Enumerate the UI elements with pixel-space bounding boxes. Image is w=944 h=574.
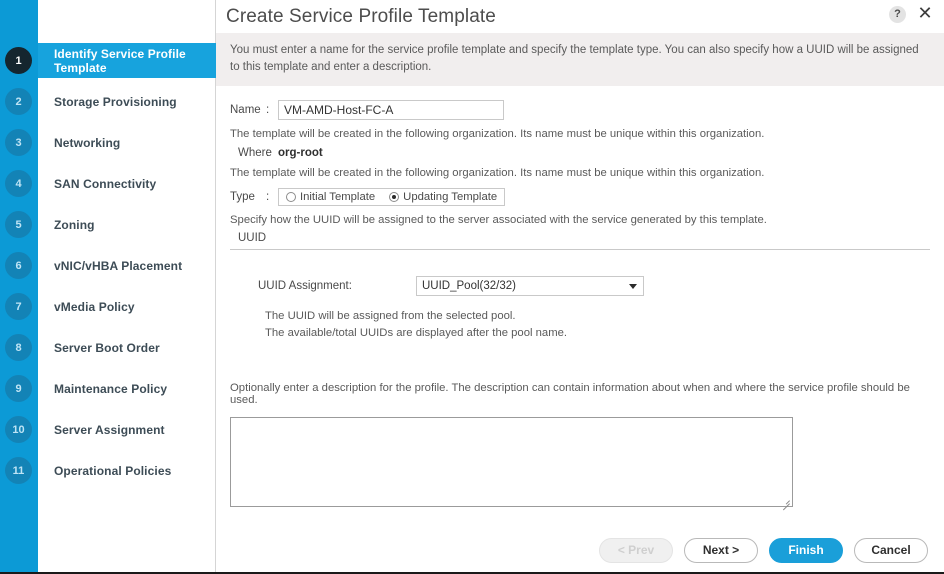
prev-button[interactable]: < Prev: [599, 537, 673, 563]
where-label: Where: [238, 147, 272, 160]
sidebar-item-label: Server Boot Order: [54, 340, 160, 355]
organization-note-2: The template will be created in the foll…: [230, 167, 765, 180]
step-number-badge: 8: [5, 334, 32, 361]
description-note: Optionally enter a description for the p…: [230, 381, 910, 406]
sidebar-item-label: SAN Connectivity: [54, 176, 157, 191]
help-icon[interactable]: ?: [889, 5, 906, 23]
where-row: Where : org-root: [230, 147, 930, 159]
titlebar-actions: ? ✕: [889, 5, 934, 23]
type-radio-group: Initial Template Updating Template: [278, 187, 506, 206]
where-colon: :: [266, 147, 270, 160]
step-number-badge: 5: [5, 211, 32, 238]
name-row: Name :: [230, 100, 930, 121]
sidebar-item-networking[interactable]: 3 Networking: [0, 122, 216, 163]
type-row: Type : Initial Template Updating Templat…: [230, 187, 930, 206]
sidebar-item-operational-policies[interactable]: 11 Operational Policies: [0, 450, 216, 491]
uuid-assignment-block: UUID Assignment: UUID_Pool(32/32) The UU…: [230, 275, 930, 342]
dialog-titlebar: Create Service Profile Template ? ✕: [216, 0, 944, 33]
uuid-note: Specify how the UUID will be assigned to…: [230, 213, 767, 226]
sidebar-item-label: Networking: [54, 135, 121, 150]
sidebar-item-identify-service-profile-template[interactable]: 1 Identify Service Profile Template: [0, 40, 216, 81]
wizard-sidebar: 1 Identify Service Profile Template 2 St…: [0, 0, 216, 572]
sidebar-item-san-connectivity[interactable]: 4 SAN Connectivity: [0, 163, 216, 204]
sidebar-item-zoning[interactable]: 5 Zoning: [0, 204, 216, 245]
type-label: Type: [230, 190, 255, 203]
step-number-badge: 4: [5, 170, 32, 197]
organization-note-1: The template will be created in the foll…: [230, 128, 765, 141]
uuid-assignment-row: UUID Assignment: UUID_Pool(32/32): [230, 275, 930, 296]
radio-updating-template-label: Updating Template: [403, 190, 498, 203]
description-textarea[interactable]: [231, 417, 792, 506]
close-icon[interactable]: ✕: [916, 5, 934, 23]
step-number-badge: 9: [5, 375, 32, 402]
instruction-banner: You must enter a name for the service pr…: [216, 33, 944, 87]
description-field-wrapper: [230, 416, 793, 511]
step-number-badge: 11: [5, 457, 32, 484]
sidebar-item-label: vNIC/vHBA Placement: [54, 258, 183, 273]
sidebar-item-label: Storage Provisioning: [54, 94, 177, 109]
uuid-help-text: The UUID will be assigned from the selec…: [230, 308, 930, 342]
name-label: Name: [230, 104, 261, 117]
sidebar-item-server-boot-order[interactable]: 8 Server Boot Order: [0, 327, 216, 368]
radio-circle-icon: [286, 191, 296, 202]
wizard-step-list: 1 Identify Service Profile Template 2 St…: [0, 40, 216, 491]
sidebar-item-label: Zoning: [54, 217, 95, 232]
sidebar-item-storage-provisioning[interactable]: 2 Storage Provisioning: [0, 81, 216, 122]
step-number-badge: 6: [5, 252, 32, 279]
page-title: Create Service Profile Template: [226, 5, 496, 27]
dialog-panel: Create Service Profile Template ? ✕ You …: [216, 0, 944, 572]
sidebar-item-maintenance-policy[interactable]: 9 Maintenance Policy: [0, 368, 216, 409]
radio-circle-icon: [389, 191, 400, 202]
identify-template-form: Name : The template will be created in t…: [216, 100, 944, 511]
chevron-down-icon: [629, 283, 637, 289]
sidebar-item-vmedia-policy[interactable]: 7 vMedia Policy: [0, 286, 216, 327]
name-input[interactable]: [278, 100, 504, 121]
uuid-assignment-value: UUID_Pool(32/32): [422, 279, 516, 292]
step-number-badge: 10: [5, 416, 32, 443]
finish-button[interactable]: Finish: [769, 537, 843, 563]
radio-initial-template[interactable]: Initial Template: [286, 191, 375, 203]
section-divider: [230, 248, 930, 250]
cancel-button[interactable]: Cancel: [854, 537, 928, 563]
sidebar-item-vnic-vhba-placement[interactable]: 6 vNIC/vHBA Placement: [0, 245, 216, 286]
uuid-assignment-select[interactable]: UUID_Pool(32/32): [416, 275, 644, 296]
uuid-assignment-label: UUID Assignment:: [258, 279, 352, 292]
uuid-help-line-2: The available/total UUIDs are displayed …: [265, 326, 568, 339]
sidebar-item-server-assignment[interactable]: 10 Server Assignment: [0, 409, 216, 450]
step-number-badge: 7: [5, 293, 32, 320]
where-value: org-root: [278, 147, 323, 160]
sidebar-item-label: Identify Service Profile Template: [54, 46, 186, 75]
name-colon: :: [266, 104, 270, 117]
uuid-section-header: UUID: [238, 231, 267, 244]
step-number-badge: 2: [5, 88, 32, 115]
create-service-profile-template-dialog: 1 Identify Service Profile Template 2 St…: [0, 0, 944, 574]
radio-updating-template[interactable]: Updating Template: [389, 191, 497, 203]
next-button[interactable]: Next >: [684, 537, 758, 563]
step-number-badge: 1: [5, 47, 32, 74]
type-colon: :: [266, 190, 270, 203]
sidebar-item-label: Maintenance Policy: [54, 381, 168, 396]
sidebar-item-label: Server Assignment: [54, 422, 165, 437]
sidebar-item-label: vMedia Policy: [54, 299, 135, 314]
sidebar-item-label: Operational Policies: [54, 463, 172, 478]
dialog-footer: < Prev Next > Finish Cancel: [216, 528, 944, 572]
radio-initial-template-label: Initial Template: [300, 190, 376, 203]
uuid-help-line-1: The UUID will be assigned from the selec…: [265, 309, 516, 322]
step-number-badge: 3: [5, 129, 32, 156]
